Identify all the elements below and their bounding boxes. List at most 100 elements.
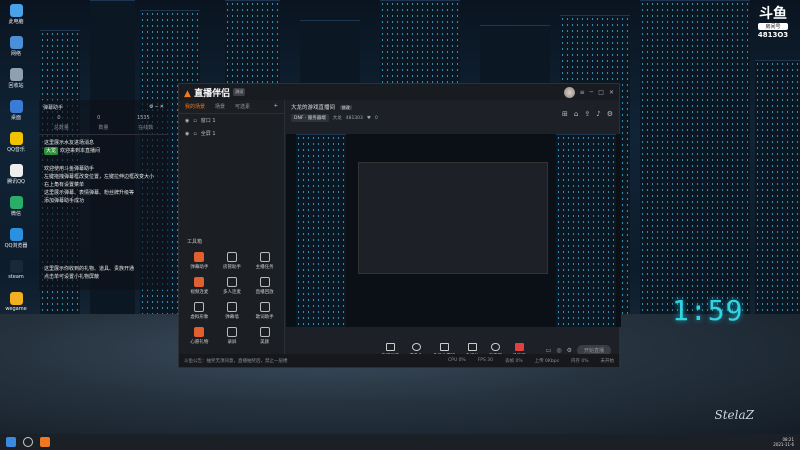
gift-icon[interactable]: ⊞ [562, 110, 568, 118]
calendar-icon [226, 302, 237, 312]
desktop-icon[interactable]: 回收站 [3, 68, 29, 89]
desktop-icon[interactable]: 腾讯QQ [3, 164, 29, 185]
desktop-icon[interactable]: QQ音乐 [3, 132, 29, 153]
record-icon[interactable]: ▭ [546, 347, 552, 354]
bell-icon[interactable]: ♪ [596, 110, 600, 118]
live-companion-window[interactable]: ▲ 直播伴侣 测试 ≡ ─ □ ✕ 我的场景 场景 可选素 + ◉ ▫ 窗口 1 ◉… [178, 83, 621, 368]
desktop-icon[interactable]: wegame [3, 292, 29, 312]
search-icon[interactable] [23, 437, 33, 447]
wallpaper-clock: 1:59 [672, 294, 744, 327]
streamer-name: 大龙 [332, 116, 342, 121]
danmu-tab-count[interactable]: 数量 [98, 124, 108, 131]
gear-icon[interactable]: ⚙ [567, 347, 572, 354]
beauty-icon [259, 327, 270, 337]
upload-stat: 上传 0Kbps [534, 358, 559, 364]
smile-icon [194, 302, 205, 312]
scene-item[interactable]: ◉ ▫ 窗口 1 [179, 114, 284, 127]
tool-wish-gift[interactable]: 心愿礼物 [183, 327, 216, 345]
danmu-window-controls[interactable]: ⚙ ─ ✕ [149, 104, 164, 111]
windows-start-icon[interactable] [6, 437, 16, 447]
app-icon [9, 4, 23, 17]
tool-streamer-task[interactable]: 主播任务 [248, 252, 281, 270]
desktop-icon[interactable]: QQ浏览器 [3, 228, 29, 249]
lock-icon[interactable]: ▫ [193, 131, 196, 137]
desktop-icon[interactable]: 网络 [3, 36, 29, 57]
danmu-icon [194, 252, 205, 262]
stream-preview[interactable] [286, 134, 621, 327]
replay-icon[interactable]: ◎ [556, 347, 561, 354]
douyu-watermark: 斗鱼 房间号 4813O3 [756, 6, 790, 40]
room-number-label: 房间号 [758, 23, 788, 30]
live-companion-taskbar-icon[interactable] [40, 437, 50, 447]
danmu-title: 弹幕助手 [43, 105, 64, 111]
tool-danmu-helper[interactable]: 弹幕助手 [183, 252, 216, 270]
tool-multi-link[interactable]: 多人连麦 [216, 277, 249, 295]
settings-icon[interactable]: ⚙ [607, 110, 613, 118]
app-icon [9, 196, 23, 209]
danmu-message: 添加弹幕助手成功 [44, 198, 85, 204]
tab-my-scenes[interactable]: 我的场景 [185, 103, 205, 110]
danmu-panel[interactable]: 弹幕助手 ⚙ ─ ✕ 0 0 1535 总数量 数量 在线数 这里展示水友进场消… [39, 100, 168, 290]
danmu-tab-total[interactable]: 总数量 [54, 124, 69, 131]
room-title: 大龙的游戏直播间 [291, 105, 336, 111]
notice-text: 斗鱼公告：抽奖无须同意，直播抽奖后，禁止一层楼 [184, 358, 288, 364]
avatar[interactable] [563, 86, 575, 98]
system-tray-clock[interactable]: 08:21 2021-11-6 [773, 437, 794, 447]
fps-stat: FPS 30 [477, 358, 494, 363]
minimize-icon[interactable]: ─ [590, 89, 594, 96]
eye-icon[interactable]: ◉ [185, 131, 189, 137]
danmu-message: 欢迎使用斗鱼弹幕助手 [44, 166, 95, 172]
danmu-message-text: 欢迎来到本直播间 [60, 148, 101, 154]
danmu-tab-online[interactable]: 在线数 [138, 124, 153, 131]
app-icon [9, 292, 23, 305]
tool-danmu-wall[interactable]: 弹幕墙 [216, 302, 249, 320]
menu-icon[interactable]: ≡ [580, 89, 585, 96]
close-icon[interactable]: ✕ [609, 89, 614, 96]
tool-beauty[interactable]: 美颜 [248, 327, 281, 345]
scene-item[interactable]: ◉ ▫ 全屏 1 [179, 127, 284, 140]
download-icon [259, 277, 270, 287]
category-chip[interactable]: DNF · 服务器端 [291, 114, 329, 122]
maximize-icon[interactable]: □ [598, 89, 604, 96]
music-icon [259, 302, 270, 312]
app-brand: ▲ 直播伴侣 [184, 88, 231, 99]
tool-room-admin[interactable]: 房管助手 [216, 252, 249, 270]
edit-room-button[interactable]: 修改 [339, 105, 352, 110]
signature: StelaZ [714, 408, 754, 422]
tool-lyrics[interactable]: 歌词助手 [248, 302, 281, 320]
camera-icon [411, 343, 421, 351]
danmu-stat-online: 1535 [136, 115, 150, 121]
desktop-icon-label: 网络 [10, 51, 21, 57]
title-bar[interactable]: ▲ 直播伴侣 测试 ≡ ─ □ ✕ [179, 84, 619, 100]
lock-icon[interactable]: ▫ [193, 118, 196, 124]
game-icon [439, 343, 449, 351]
fans-icon: ♥ [366, 115, 371, 121]
fans-count: 0 [374, 115, 378, 121]
tool-video-link[interactable]: 视频连麦 [183, 277, 216, 295]
mem-stat: 内存 0% [570, 358, 589, 364]
douyu-logo: 斗鱼 [759, 6, 787, 22]
tool-avatar[interactable]: 虚拟形象 [183, 302, 216, 320]
desktop-icon[interactable]: 此电脑 [3, 4, 29, 25]
tab-scenes[interactable]: 场景 [215, 103, 225, 110]
task-icon [259, 252, 270, 262]
desktop-icon-label: steam [8, 274, 24, 280]
add-scene-icon[interactable]: + [274, 103, 278, 110]
danmu-message: 这里展示你收到的礼物、道具、贵族开通 [44, 266, 135, 272]
record-icon [226, 327, 237, 337]
desktop-icon-label: wegame [5, 306, 27, 312]
scene-label: 窗口 1 [200, 118, 216, 124]
desktop-icon[interactable]: 微信 [3, 196, 29, 217]
danmu-stat-total: 0 [57, 115, 61, 121]
desktop-icon[interactable]: 桌面 [3, 100, 29, 121]
gift-icon [194, 327, 205, 337]
tab-materials[interactable]: 可选素 [235, 103, 250, 110]
desktop-icon[interactable]: steam [3, 260, 29, 280]
download-icon [226, 277, 237, 287]
lock-icon[interactable]: ⌂ [574, 110, 578, 118]
tool-record[interactable]: 录屏 [216, 327, 249, 345]
desktop-icon-label: QQ浏览器 [4, 243, 28, 249]
eye-icon[interactable]: ◉ [185, 118, 189, 124]
tool-replay[interactable]: 直播回放 [248, 277, 281, 295]
share-icon[interactable]: ⇪ [584, 110, 590, 118]
